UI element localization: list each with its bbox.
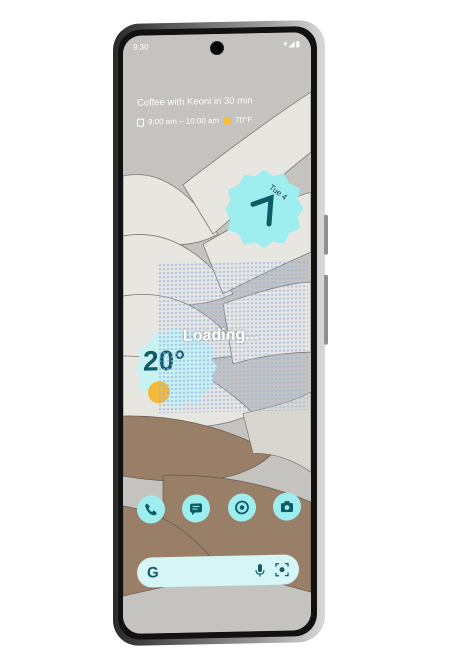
microphone-icon[interactable] [253,563,267,577]
clock-widget[interactable] [223,167,305,251]
app-dock [137,492,301,524]
phone-device: 9:30 ▾◢▮ Coffee with Keoni in 30 min 9:0… [113,19,328,647]
power-button [324,214,328,255]
weather-mini-temp: 70°F [235,115,253,125]
messages-icon [190,503,203,516]
signal-battery-icon: ▾◢▮ [283,39,301,49]
event-time: 9:00 am – 10:00 am [148,115,220,127]
phone-screen: 9:30 ▾◢▮ Coffee with Keoni in 30 min 9:0… [123,32,311,635]
phone-icon [145,503,157,516]
phone-app-button[interactable] [137,495,165,524]
lens-icon[interactable] [275,562,289,577]
camera-icon [280,501,293,513]
calendar-icon [137,118,144,127]
status-time: 9:30 [133,42,149,52]
loading-text: Loading... [183,326,259,345]
google-logo: G [147,563,159,582]
volume-button [324,274,328,345]
chrome-app-button[interactable] [227,493,256,522]
chrome-icon [234,500,249,515]
google-search-bar[interactable]: G [137,554,299,588]
messages-app-button[interactable] [182,494,211,523]
camera-app-button[interactable] [272,492,301,521]
sun-icon [223,116,232,125]
